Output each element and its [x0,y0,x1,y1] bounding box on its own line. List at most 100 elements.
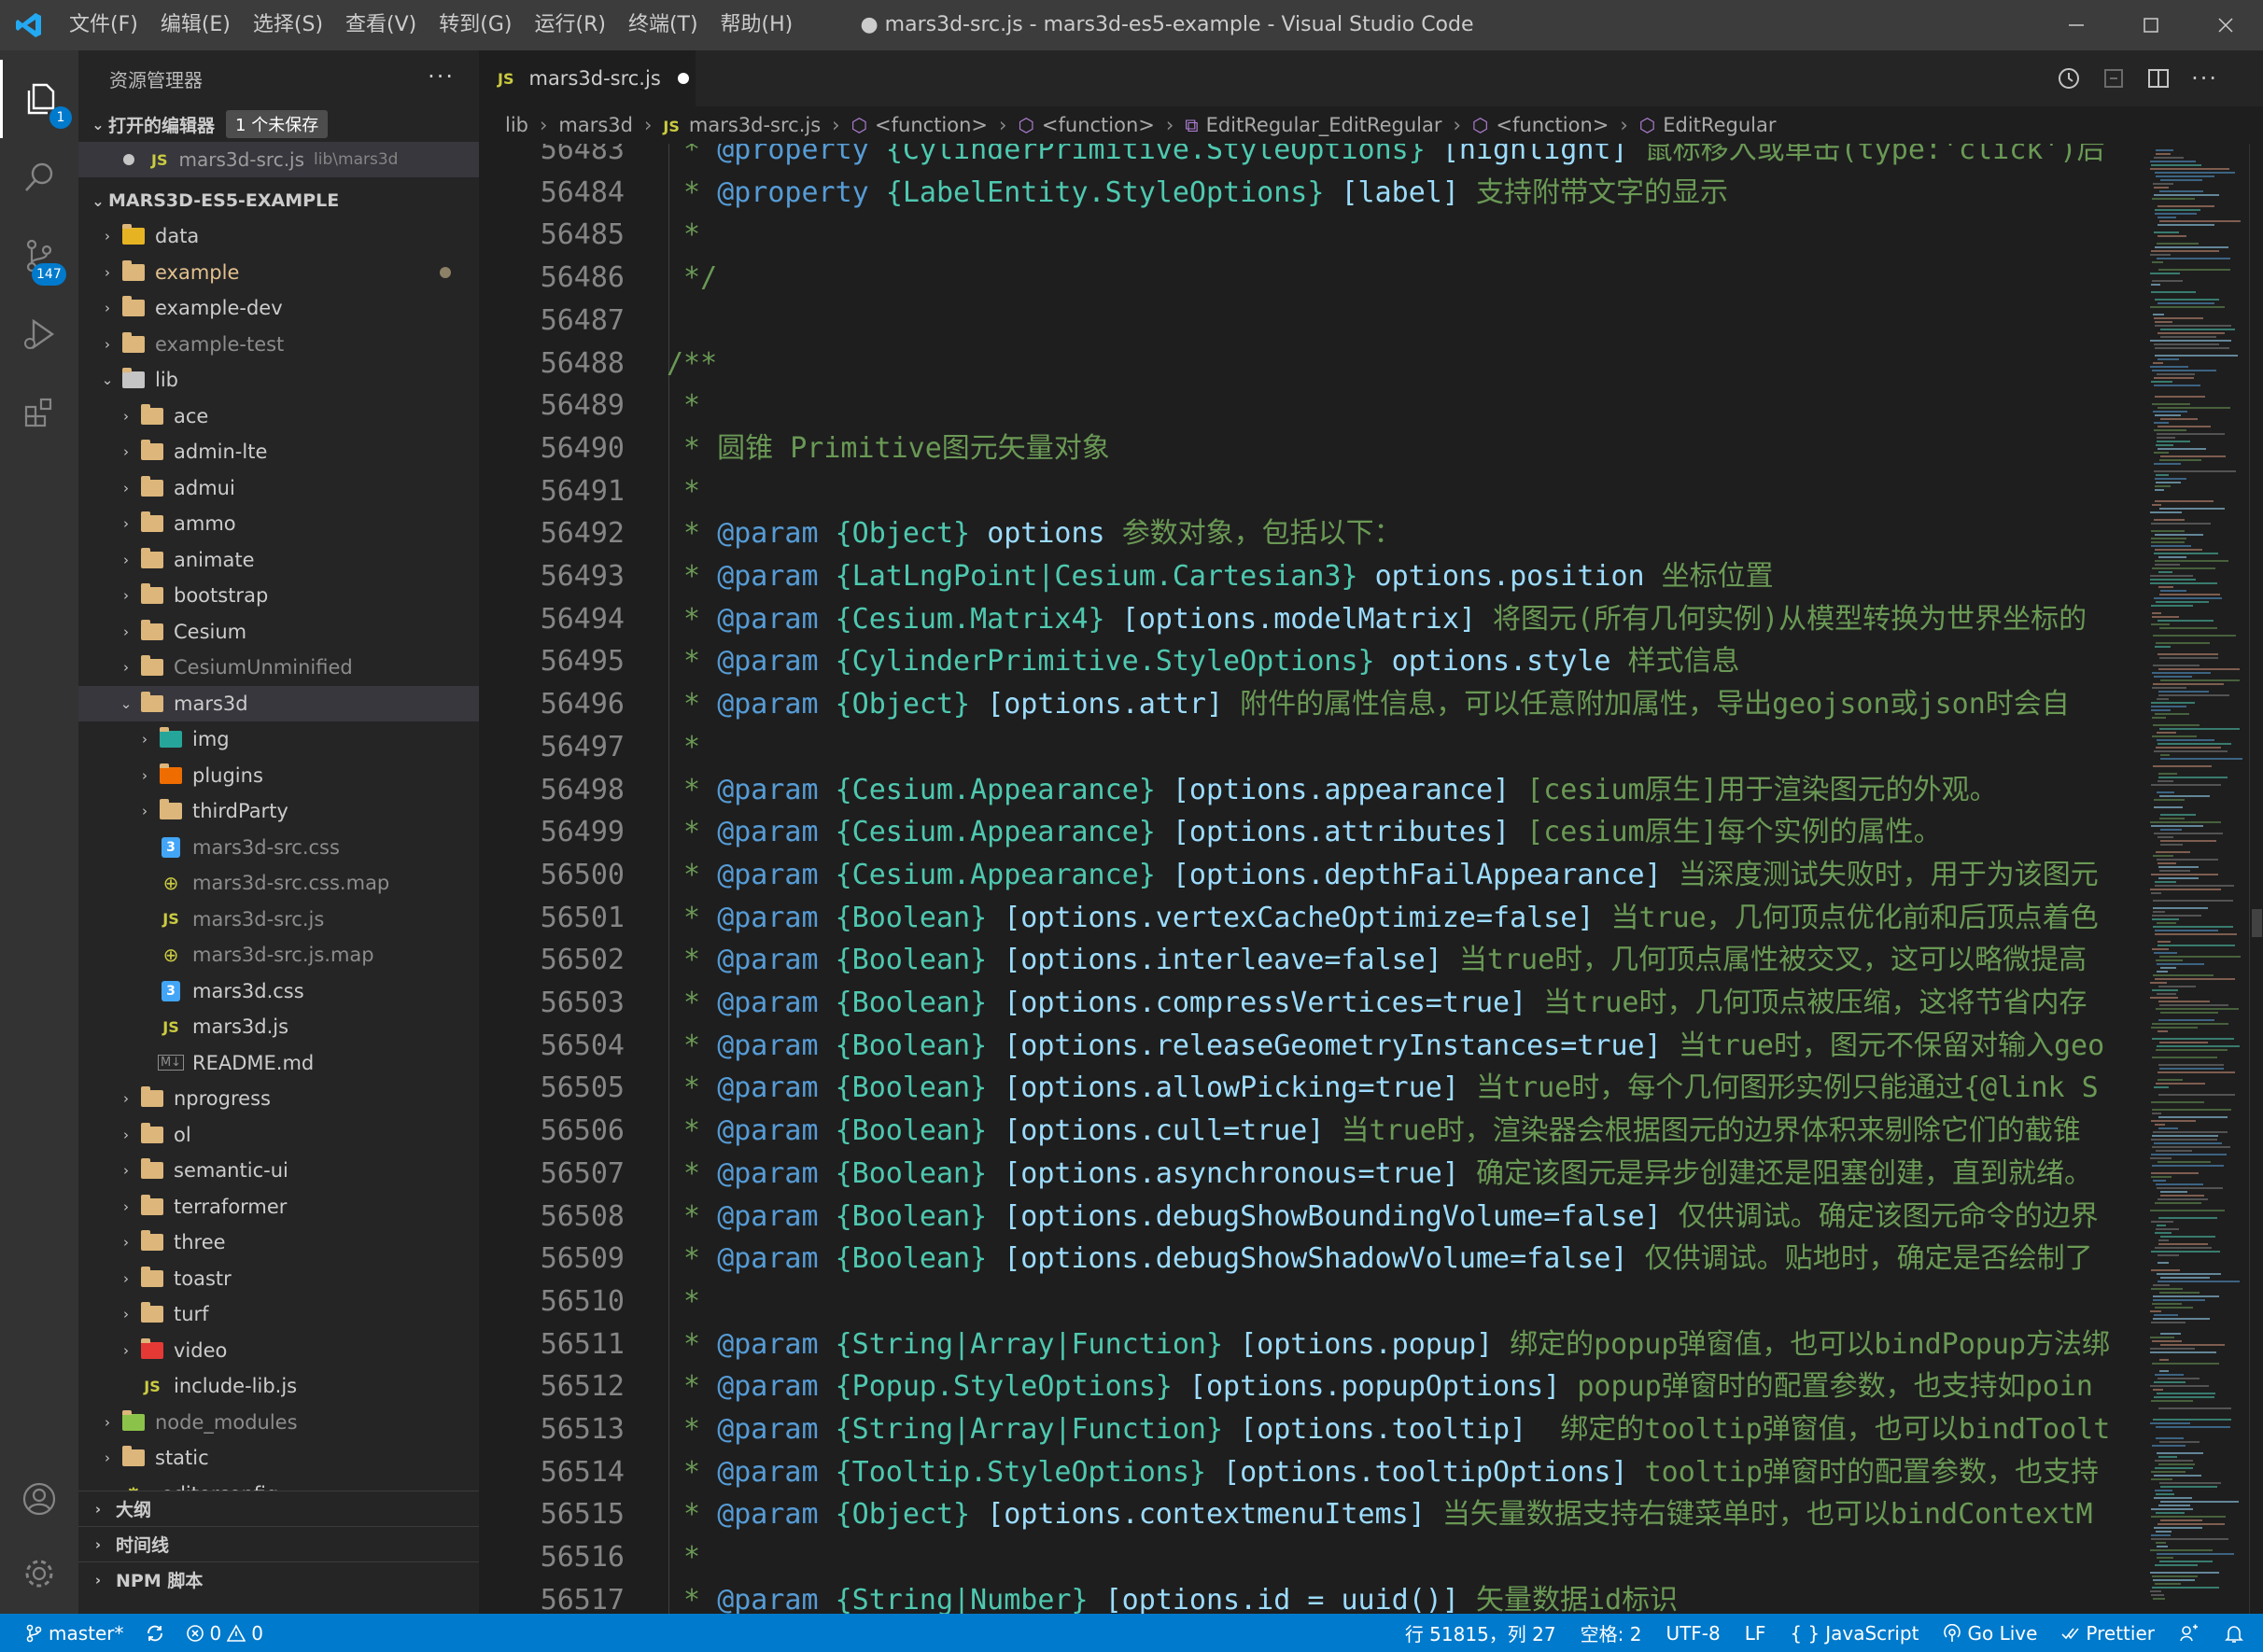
run-debug-button[interactable] [0,295,78,373]
problems-status[interactable]: 0 0 [186,1622,263,1645]
breadcrumb-item[interactable]: ⬡ <function> [1472,114,1609,136]
tree-item[interactable]: › turf [78,1296,479,1333]
code-editor[interactable]: 56483 * @property {CylinderPrimitive.Sty… [479,144,2146,1614]
tree-item[interactable]: › CesiumUnminified [78,650,479,686]
tree-item[interactable]: JS mars3d-src.js [78,902,479,938]
breadcrumb-item[interactable]: JS mars3d-src.js [663,114,821,136]
tree-item[interactable]: 3 mars3d-src.css [78,830,479,866]
tree-item[interactable]: JS include-lib.js [78,1368,479,1405]
open-editors-header[interactable]: ⌄ 打开的编辑器 1 个未保存 [78,106,479,142]
tree-item[interactable]: › node_modules [78,1405,479,1441]
explorer-button[interactable]: 1 [0,60,78,138]
indentation[interactable]: 空格: 2 [1581,1619,1642,1646]
unsaved-dot-icon[interactable] [123,154,134,165]
menu-item[interactable]: 编辑(E) [149,0,242,50]
go-live-button[interactable]: Go Live [1943,1622,2037,1645]
tree-item[interactable]: › thirdParty [78,793,479,830]
tree-item[interactable]: › three [78,1225,479,1261]
tree-item[interactable]: › data [78,218,479,255]
breadcrumb-item[interactable]: mars3d [558,114,633,136]
tree-item[interactable]: JS mars3d.js [78,1009,479,1045]
workspace-header[interactable]: ⌄ MARS3D-ES5-EXAMPLE [78,183,479,218]
encoding[interactable]: UTF-8 [1666,1622,1720,1645]
cursor-position[interactable]: 行 51815，列 27 [1405,1619,1556,1646]
tree-item[interactable]: › admin-lte [78,434,479,470]
vscode-logo-icon[interactable] [0,0,58,50]
tree-item[interactable]: › animate [78,542,479,579]
prettier-status[interactable]: Prettier [2061,1622,2155,1645]
tree-item[interactable]: › bootstrap [78,578,479,614]
open-editor-item[interactable]: JS mars3d-src.js lib\mars3d [78,142,479,177]
maximize-button[interactable] [2114,0,2188,50]
tree-item[interactable]: › plugins [78,758,479,794]
more-actions-icon[interactable]: ··· [428,63,455,90]
menu-item[interactable]: 终端(T) [617,0,710,50]
minimap-line [2150,254,2171,256]
npm-scripts-section[interactable]: › NPM 脚本 [78,1561,479,1597]
tree-item[interactable]: › video [78,1333,479,1369]
history-icon[interactable] [2057,66,2081,91]
tree-item[interactable]: ⊕ mars3d-src.js.map [78,937,479,973]
code-line: 56499 * @param {Cesium.Appearance} [opti… [479,811,2146,854]
search-button[interactable] [0,138,78,217]
tree-item[interactable]: › ammo [78,506,479,542]
tree-item[interactable]: › ace [78,399,479,435]
vertical-scrollbar[interactable] [2249,144,2263,1614]
tree-item[interactable]: › toastr [78,1261,479,1297]
split-editor-icon[interactable] [2146,66,2171,91]
outline-section[interactable]: › 大纲 [78,1491,479,1526]
code-line: 56506 * @param {Boolean} [options.cull=t… [479,1110,2146,1153]
more-actions-icon[interactable]: ··· [2191,65,2218,91]
menu-item[interactable]: 文件(F) [58,0,149,50]
file-icon-wrap [140,547,164,570]
manage-button[interactable] [0,1534,78,1613]
tree-item[interactable]: ⌄ lib [78,362,479,399]
breadcrumb-item[interactable]: lib [505,114,528,136]
bell-icon[interactable] [2224,1623,2244,1644]
tree-item[interactable]: › semantic-ui [78,1153,479,1189]
breadcrumb-item[interactable]: ⬡ <function> [851,114,988,136]
tree-item[interactable]: › example-test [78,327,479,363]
breadcrumb-item[interactable]: ⧉ EditRegular_EditRegular [1185,114,1441,136]
tree-item[interactable]: › example [78,255,479,291]
extensions-button[interactable] [0,373,78,452]
tree-item[interactable]: › terraformer [78,1189,479,1225]
js-file-icon: JS [144,1377,161,1395]
tree-item[interactable]: › img [78,721,479,758]
tree-item[interactable]: 3 mars3d.css [78,973,479,1010]
menu-item[interactable]: 运行(R) [523,0,616,50]
tab-mars3d-src-js[interactable]: JS mars3d-src.js [479,50,696,106]
minimap[interactable] [2146,144,2249,1614]
jsdoc-type: {CylinderPrimitive.StyleOptions} [885,144,1426,166]
breadcrumb-item[interactable]: ⬡ <function> [1018,114,1154,136]
close-window-button[interactable] [2188,0,2263,50]
minimap-line [2159,1441,2200,1443]
minimize-button[interactable] [2039,0,2114,50]
feedback-icon[interactable] [2179,1623,2200,1644]
branch-status[interactable]: master* [24,1622,124,1645]
language-mode[interactable]: { } JavaScript [1790,1622,1919,1645]
tree-item[interactable]: › nprogress [78,1081,479,1117]
minimap-line [2154,1381,2186,1383]
menu-item[interactable]: 帮助(H) [710,0,805,50]
menu-item[interactable]: 转到(G) [428,0,523,50]
timeline-section[interactable]: › 时间线 [78,1526,479,1561]
menu-item[interactable]: 选择(S) [242,0,334,50]
tree-item[interactable]: › ol [78,1117,479,1154]
accounts-button[interactable] [0,1460,78,1538]
open-changes-icon[interactable] [2101,66,2126,91]
tree-item[interactable]: › admui [78,470,479,507]
breadcrumb-item[interactable]: ⬡ EditRegular [1639,114,1777,136]
end-of-line[interactable]: LF [1745,1622,1766,1645]
tree-item[interactable]: ⊕ mars3d-src.css.map [78,865,479,902]
tree-item[interactable]: › Cesium [78,614,479,651]
tree-item[interactable]: ⌄ mars3d [78,685,479,721]
scrollbar-thumb[interactable] [2252,909,2262,937]
unsaved-dot-icon[interactable] [677,73,689,84]
menu-item[interactable]: 查看(V) [334,0,428,50]
sync-status[interactable] [145,1623,165,1644]
tree-item[interactable]: › example-dev [78,290,479,327]
tree-item[interactable]: › static [78,1440,479,1477]
source-control-button[interactable]: 147 [0,217,78,295]
tree-item[interactable]: M↓ README.md [78,1045,479,1082]
